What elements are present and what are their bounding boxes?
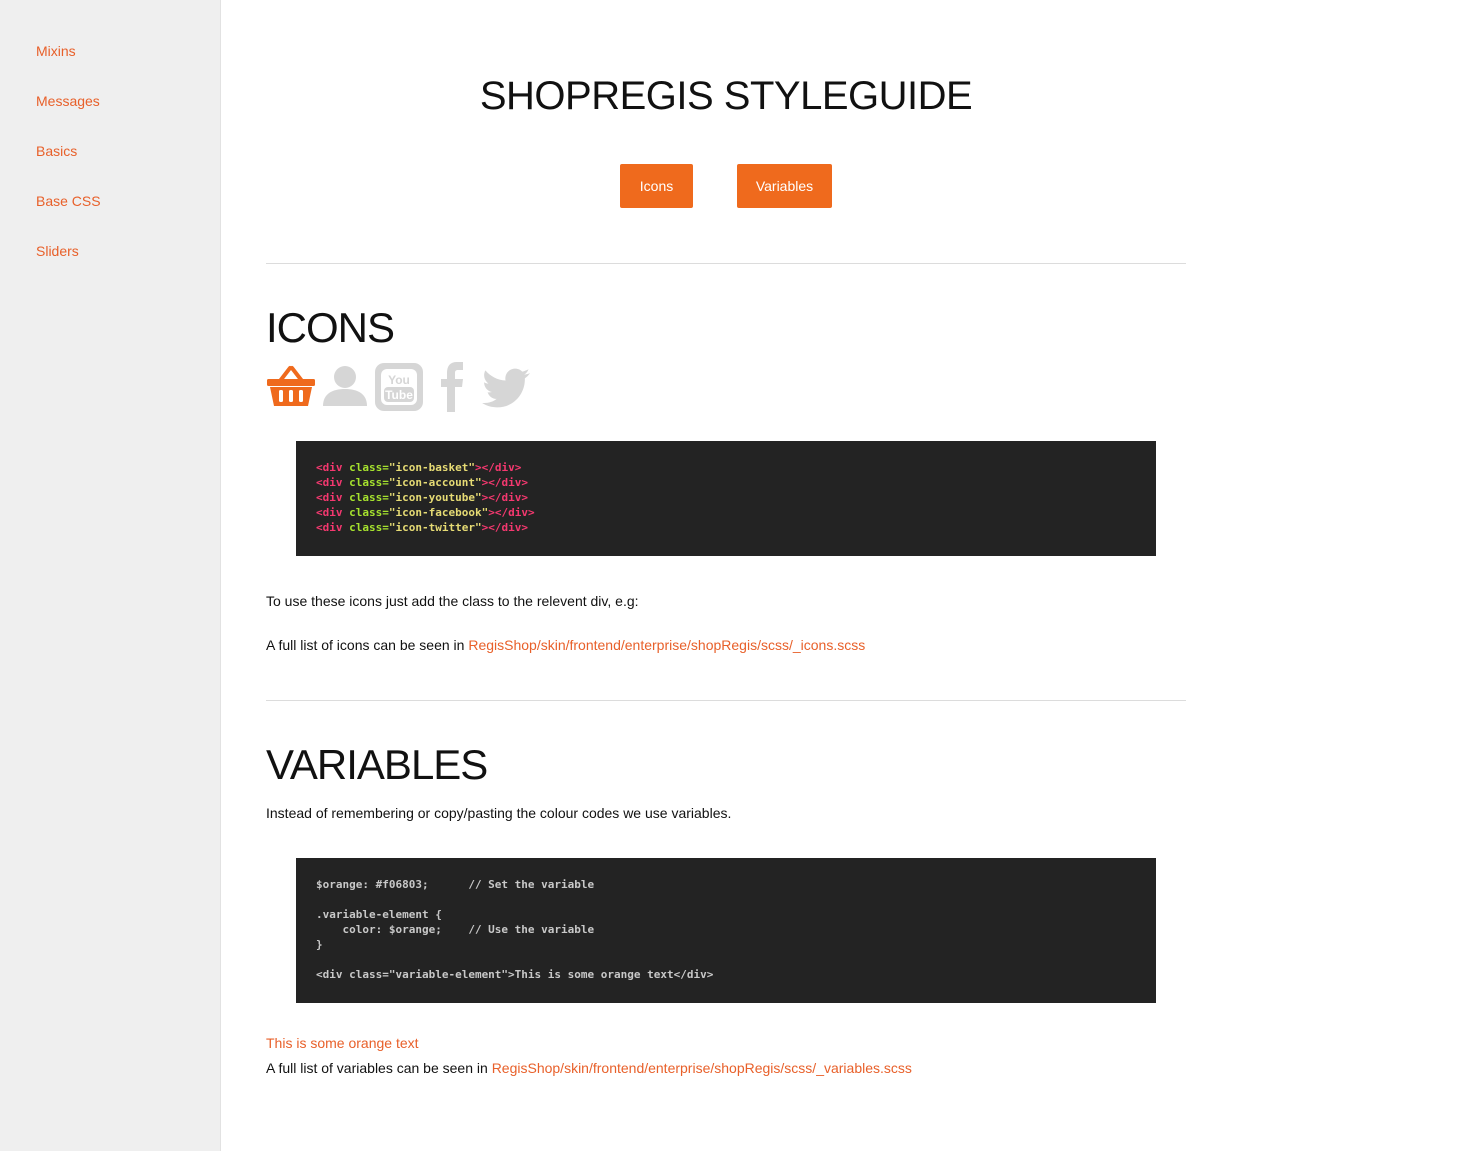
sidebar-item-mixins[interactable]: Mixins [36,43,76,59]
icons-usage-text: To use these icons just add the class to… [266,593,639,609]
code-token: ></div> [481,491,528,504]
code-token: class= [349,476,389,489]
basket-icon [267,366,315,406]
icons-scss-link[interactable]: RegisShop/skin/frontend/enterprise/shopR… [468,637,865,653]
code-token: class= [349,521,389,534]
code-token: class= [349,506,389,519]
code-token: ></div> [474,461,522,474]
variables-section-title: VARIABLES [266,741,488,788]
icons-full-list-text: A full list of icons can be seen in Regi… [266,637,865,653]
twitter-icon [482,368,530,408]
orange-sample-text: This is some orange text [266,1035,419,1051]
code-token: ></div> [481,521,528,534]
variables-full-list-text: A full list of variables can be seen in … [266,1060,912,1076]
youtube-icon: You Tube [375,363,423,411]
code-token: <div [316,521,350,534]
variables-intro-text: Instead of remembering or copy/pasting t… [266,805,732,821]
code-token: "icon-twitter" [388,521,482,534]
code-token: ></div> [488,506,535,519]
svg-text:Tube: Tube [385,388,413,402]
code-token: <div [316,506,350,519]
variables-code-block: $orange: #f06803; // Set the variable .va… [296,858,1156,1003]
code-token: "icon-facebook" [388,506,489,519]
code-token: <div [316,491,350,504]
svg-text:You: You [388,373,410,387]
divider [266,263,1186,264]
code-token: "icon-youtube" [388,491,482,504]
code-line: <div class="icon-youtube"></div> [316,490,1136,505]
variables-scss-link[interactable]: RegisShop/skin/frontend/enterprise/shopR… [492,1060,912,1076]
code-line: } [316,938,323,951]
main-content: SHOPREGIS STYLEGUIDE Icons Variables ICO… [266,0,1186,1151]
code-line: color: $orange; // Use the variable [316,923,595,936]
code-token: ></div> [481,476,528,489]
variables-full-list-prefix: A full list of variables can be seen in [266,1060,492,1076]
account-icon [323,366,367,406]
icon-row: You Tube [266,360,566,414]
variables-button[interactable]: Variables [737,164,832,208]
code-token: <div [316,476,350,489]
icons-button[interactable]: Icons [620,164,693,208]
icons-full-list-prefix: A full list of icons can be seen in [266,637,469,653]
divider [266,700,1186,701]
page-title: SHOPREGIS STYLEGUIDE [479,74,973,118]
code-line: .variable-element { [316,908,442,921]
code-line: <div class="variable-element">This is so… [316,968,714,981]
code-line: <div class="icon-twitter"></div> [316,520,1136,535]
code-line: <div class="icon-basket"></div> [316,460,1136,475]
code-token: "icon-basket" [388,461,475,474]
icons-code-block: <div class="icon-basket"></div> <div clas… [296,441,1156,556]
sidebar-item-sliders[interactable]: Sliders [36,243,79,259]
icons-section-title: ICONS [266,304,395,351]
code-token: class= [349,491,389,504]
code-token: <div [316,461,350,474]
sidebar-item-basics[interactable]: Basics [36,143,77,159]
code-token: class= [349,461,389,474]
sidebar-item-base-css[interactable]: Base CSS [36,193,101,209]
sidebar: Mixins Messages Basics Base CSS Sliders [0,0,221,1151]
facebook-icon [441,362,463,412]
code-line: <div class="icon-account"></div> [316,475,1136,490]
code-token: "icon-account" [388,476,482,489]
code-line: <div class="icon-facebook"></div> [316,505,1136,520]
sidebar-item-messages[interactable]: Messages [36,93,100,109]
code-line: $orange: #f06803; // Set the variable [316,878,595,891]
